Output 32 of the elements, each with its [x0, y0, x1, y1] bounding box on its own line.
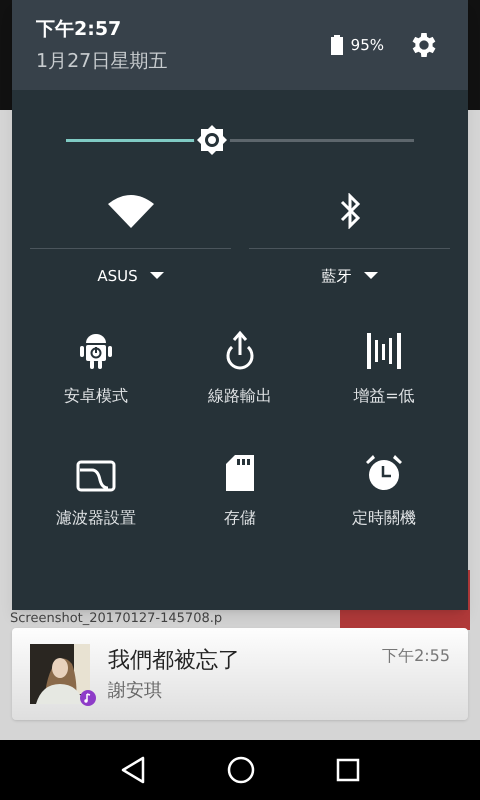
- network-dropdown[interactable]: 藍牙: [322, 265, 378, 288]
- back-icon: [120, 756, 146, 784]
- file-name: Screenshot_20170127-145708.p: [10, 611, 222, 627]
- song-title: 我們都被忘了: [108, 647, 241, 675]
- filter-curve-icon: [76, 460, 116, 492]
- quick-tile[interactable]: 存儲: [168, 450, 312, 530]
- dropdown-caret-icon: [364, 272, 378, 280]
- dropdown-caret-icon: [150, 272, 164, 280]
- recents-icon: [336, 758, 360, 782]
- quick-tile[interactable]: 線路輸出: [168, 328, 312, 408]
- back-button[interactable]: [120, 756, 146, 784]
- recents-button[interactable]: [336, 758, 360, 782]
- clock-time: 下午2:57: [36, 16, 122, 42]
- music-badge-icon: [80, 690, 96, 706]
- battery-icon: [330, 35, 343, 55]
- bars-icon: [366, 332, 402, 370]
- sd-card-icon: [225, 454, 255, 492]
- quick-tile[interactable]: 安卓模式: [24, 328, 168, 408]
- alarm-clock-icon: [365, 454, 403, 492]
- date-text: 1月27日星期五: [36, 49, 168, 74]
- quick-tile[interactable]: 定時關機: [312, 450, 456, 530]
- home-icon: [226, 756, 255, 784]
- bluetooth-icon: [338, 193, 360, 229]
- quick-tile[interactable]: 濾波器設置: [24, 450, 168, 530]
- battery-percent: 95%: [350, 34, 384, 56]
- quick-tile[interactable]: 增益=低: [312, 328, 456, 408]
- notification-time: 下午2:55: [382, 645, 450, 667]
- wifi-icon: [108, 194, 154, 228]
- network-dropdown[interactable]: ASUS: [97, 265, 164, 288]
- artist-name: 謝安琪: [108, 679, 163, 703]
- media-notification[interactable]: 我們都被忘了 謝安琪 下午2:55: [12, 628, 468, 720]
- home-button[interactable]: [226, 756, 255, 784]
